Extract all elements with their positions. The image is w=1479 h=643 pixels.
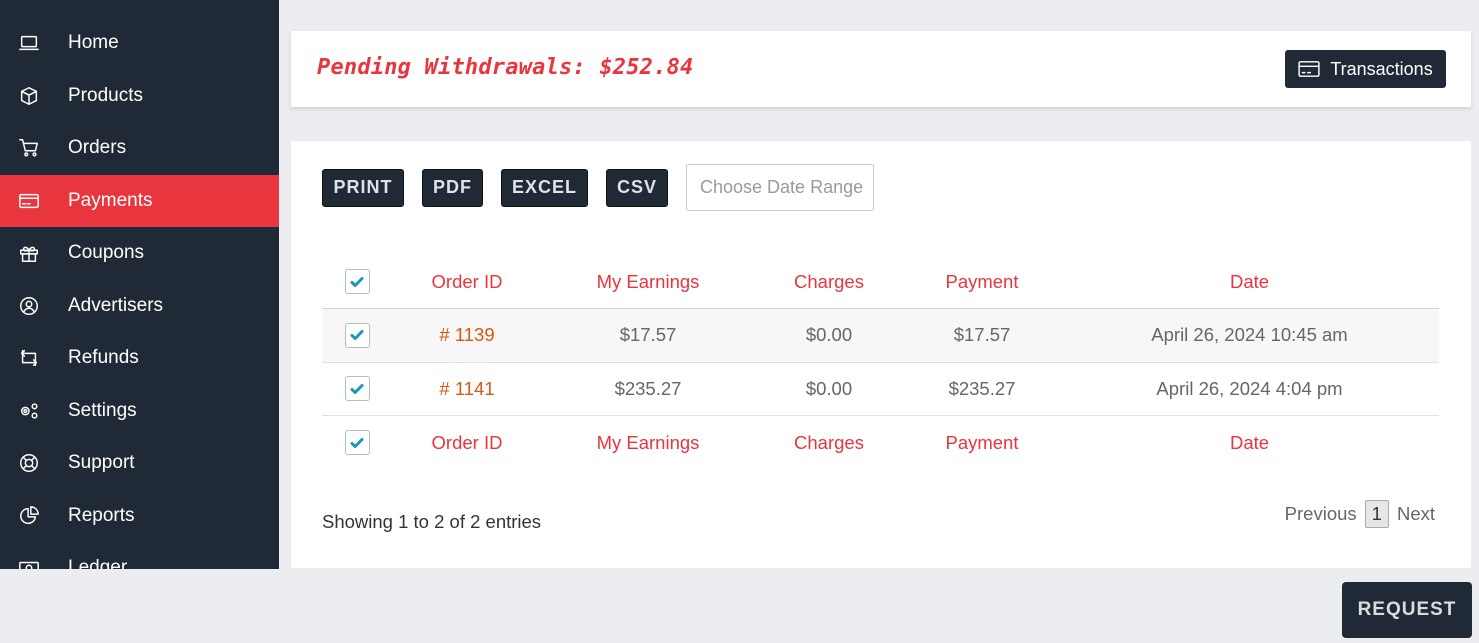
export-toolbar: PRINT PDF EXCEL CSV (322, 164, 874, 211)
next-page-button[interactable]: Next (1397, 503, 1435, 525)
credit-card-icon (1298, 60, 1320, 78)
sidebar-item-label: Home (68, 32, 119, 54)
page-1-button[interactable]: 1 (1364, 500, 1389, 528)
sidebar: Home Products Orders Payments Coupons Ad… (0, 0, 279, 569)
order-id-cell: # 1141 (392, 362, 542, 416)
sidebar-item-label: Coupons (68, 242, 145, 264)
payments-table-card: PRINT PDF EXCEL CSV Order ID My Earnings… (291, 141, 1471, 568)
print-button[interactable]: PRINT (322, 168, 404, 207)
transactions-button[interactable]: Transactions (1285, 50, 1446, 88)
sidebar-item-label: Settings (68, 399, 137, 421)
column-header-payment[interactable]: Payment (904, 255, 1060, 309)
column-header-date[interactable]: Date (1060, 255, 1439, 309)
box-icon (0, 85, 68, 107)
sidebar-item-orders[interactable]: Orders (0, 122, 279, 175)
column-header-charges[interactable]: Charges (754, 255, 904, 309)
repeat-icon (0, 347, 68, 369)
sidebar-item-label: Orders (68, 137, 127, 159)
check-icon (350, 383, 364, 394)
gears-icon (0, 400, 68, 422)
pdf-button[interactable]: PDF (422, 168, 483, 207)
date-cell: April 26, 2024 10:45 am (1060, 308, 1439, 363)
cash-icon (0, 557, 68, 569)
sidebar-item-label: Advertisers (68, 294, 164, 316)
check-icon (350, 437, 364, 448)
payment-cell: $235.27 (904, 362, 1060, 416)
footer-header-order-id: Order ID (431, 431, 503, 453)
pending-withdrawals-text: Pending Withdrawals: $252.84 (317, 55, 694, 80)
column-header-my-earnings[interactable]: My Earnings (542, 255, 754, 309)
laptop-icon (0, 32, 68, 54)
row-checkbox[interactable] (344, 322, 370, 348)
excel-button[interactable]: EXCEL (501, 168, 588, 207)
column-header-order-id[interactable]: Order ID (392, 255, 542, 309)
table-header-row: Order ID My Earnings Charges Payment Dat… (322, 255, 1439, 309)
sidebar-item-ledger[interactable]: Ledger (0, 542, 279, 569)
check-icon (350, 276, 364, 287)
date-range-input[interactable] (686, 164, 874, 211)
sidebar-item-reports[interactable]: Reports (0, 490, 279, 543)
sidebar-item-label: Products (68, 84, 143, 106)
earnings-cell: $235.27 (542, 362, 754, 416)
charges-cell: $0.00 (754, 308, 904, 363)
check-icon (350, 330, 364, 341)
charges-cell: $0.00 (754, 362, 904, 416)
sidebar-item-advertisers[interactable]: Advertisers (0, 280, 279, 333)
pie-chart-icon (0, 505, 68, 527)
previous-page-button[interactable]: Previous (1285, 503, 1357, 525)
footer-header-my-earnings: My Earnings (596, 431, 700, 453)
transactions-label: Transactions (1330, 58, 1433, 79)
footer-header-charges: Charges (794, 431, 864, 453)
sidebar-item-payments[interactable]: Payments (0, 174, 279, 227)
footer-header-date: Date (1229, 431, 1270, 453)
select-all-cell (322, 255, 392, 309)
footer-select-all-checkbox[interactable] (344, 430, 370, 455)
pagination: Previous 1 Next (1285, 500, 1435, 528)
sidebar-item-label: Refunds (68, 347, 139, 369)
row-select-cell (322, 308, 392, 363)
gift-icon (0, 242, 68, 264)
pending-withdrawals-card: Pending Withdrawals: $252.84 Transaction… (291, 31, 1471, 107)
sidebar-nav: Home Products Orders Payments Coupons Ad… (0, 0, 279, 569)
sidebar-item-home[interactable]: Home (0, 17, 279, 70)
footer-header-payment: Payment (945, 431, 1019, 453)
order-id-link[interactable]: # 1139 (439, 324, 494, 345)
sidebar-item-label: Reports (68, 504, 135, 526)
request-button[interactable]: REQUEST (1342, 582, 1472, 638)
sidebar-item-support[interactable]: Support (0, 437, 279, 490)
sidebar-item-products[interactable]: Products (0, 70, 279, 123)
table-row: # 1141 $235.27 $0.00 $235.27 April 26, 2… (322, 362, 1439, 416)
credit-card-icon (0, 190, 68, 212)
sidebar-item-label: Payments (68, 189, 153, 211)
date-cell: April 26, 2024 4:04 pm (1060, 362, 1439, 416)
table-footer-row: Order ID My Earnings Charges Payment Dat… (322, 416, 1439, 470)
select-all-checkbox[interactable] (344, 269, 370, 294)
footer-select-cell (322, 416, 392, 470)
table-row: # 1139 $17.57 $0.00 $17.57 April 26, 202… (322, 308, 1439, 363)
sidebar-item-coupons[interactable]: Coupons (0, 227, 279, 280)
order-id-cell: # 1139 (392, 308, 542, 363)
csv-button[interactable]: CSV (606, 168, 668, 207)
row-select-cell (322, 362, 392, 416)
sidebar-item-label: Ledger (68, 557, 128, 569)
payment-cell: $17.57 (904, 308, 1060, 363)
sidebar-item-settings[interactable]: Settings (0, 385, 279, 438)
user-circle-icon (0, 295, 68, 317)
earnings-cell: $17.57 (542, 308, 754, 363)
payments-table: Order ID My Earnings Charges Payment Dat… (322, 255, 1439, 469)
sidebar-item-refunds[interactable]: Refunds (0, 332, 279, 385)
order-id-link[interactable]: # 1141 (439, 378, 494, 399)
table-info-text: Showing 1 to 2 of 2 entries (322, 511, 542, 532)
sidebar-item-label: Support (68, 452, 135, 474)
lifebuoy-icon (0, 452, 68, 474)
row-checkbox[interactable] (344, 376, 370, 402)
cart-icon (0, 137, 68, 159)
